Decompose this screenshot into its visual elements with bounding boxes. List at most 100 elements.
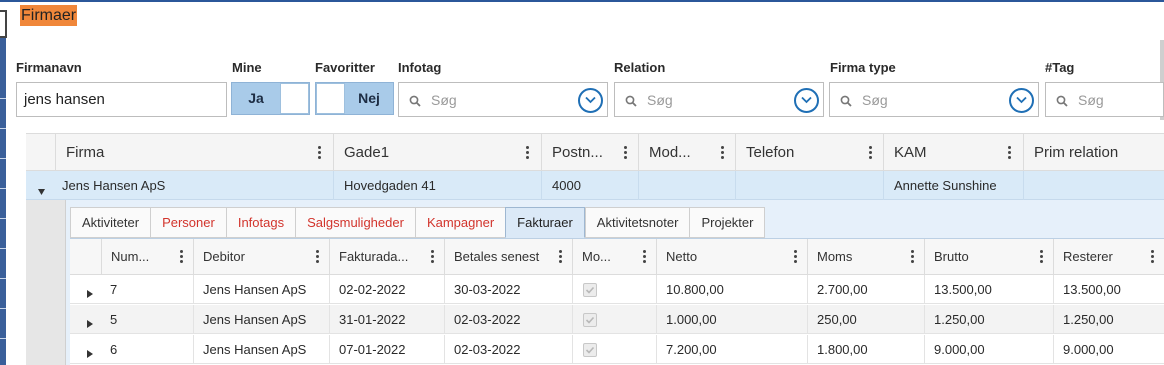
kebab-icon[interactable]: [316, 250, 320, 264]
cell-betales-senest: 30-03-2022: [444, 275, 572, 304]
column-header-telefon[interactable]: Telefon: [735, 134, 883, 171]
chevron-down-icon[interactable]: [1009, 88, 1034, 113]
collapse-panel-edge[interactable]: [0, 10, 7, 38]
column-header-betales-senest[interactable]: Betales senest: [444, 239, 572, 274]
column-header-num[interactable]: Num...: [101, 239, 193, 274]
detail-tabs: Aktiviteter Personer Infotags Salgsmulig…: [70, 207, 766, 238]
kebab-icon[interactable]: [643, 250, 647, 264]
cell-num: 5: [110, 312, 118, 327]
relation-search[interactable]: Søg: [614, 82, 824, 117]
tag-label: #Tag: [1045, 60, 1075, 75]
tab-aktivitetsnoter[interactable]: Aktivitetsnoter: [584, 207, 690, 238]
tag-placeholder: Søg: [1078, 92, 1104, 108]
column-header-resterer[interactable]: Resterer: [1053, 239, 1164, 274]
favoritter-toggle-on[interactable]: Nej: [345, 83, 393, 114]
kebab-icon[interactable]: [869, 146, 873, 160]
tab-personer[interactable]: Personer: [150, 207, 226, 238]
checkbox[interactable]: [583, 343, 597, 357]
infotag-search[interactable]: Søg: [398, 82, 608, 117]
kebab-icon[interactable]: [624, 146, 628, 160]
expand-row-icon[interactable]: [87, 345, 93, 363]
cell-moms: 1.800,00: [807, 335, 924, 364]
column-header-firma[interactable]: Firma: [55, 134, 333, 171]
cell-prim-relation: [1023, 171, 1164, 200]
kebab-icon[interactable]: [1008, 146, 1012, 160]
mine-toggle-knob[interactable]: [280, 83, 309, 114]
kebab-icon[interactable]: [318, 146, 322, 160]
cell-brutto: 9.000,00: [924, 335, 1053, 364]
cell-netto: 10.800,00: [656, 275, 807, 304]
tag-search[interactable]: Søg: [1045, 82, 1164, 117]
cell-fakturadato: 31-01-2022: [329, 305, 444, 334]
page-title: Firmaer: [20, 5, 78, 26]
tab-kampagner[interactable]: Kampagner: [414, 207, 506, 238]
expand-row-icon[interactable]: [87, 285, 93, 303]
column-header-label: Resterer: [1063, 249, 1113, 264]
search-icon: [1056, 94, 1068, 112]
favoritter-toggle[interactable]: Nej: [315, 82, 394, 115]
favoritter-toggle-knob[interactable]: [316, 83, 345, 114]
relation-label: Relation: [614, 60, 666, 75]
kebab-icon[interactable]: [721, 146, 725, 160]
cell-betales-senest: 02-03-2022: [444, 305, 572, 334]
table-row[interactable]: 6 Jens Hansen ApS 07-01-2022 02-03-2022 …: [70, 335, 1164, 364]
mine-toggle-on[interactable]: Ja: [232, 83, 280, 114]
left-nav-strip[interactable]: [0, 38, 6, 365]
kebab-icon[interactable]: [526, 146, 530, 160]
firma-type-search[interactable]: Søg: [829, 82, 1039, 117]
expand-row-icon[interactable]: [87, 315, 93, 333]
cell-debitor: Jens Hansen ApS: [193, 275, 329, 304]
cell-brutto: 13.500,00: [924, 275, 1053, 304]
cell-betales-senest: 02-03-2022: [444, 335, 572, 364]
kebab-icon[interactable]: [794, 250, 798, 264]
kebab-icon[interactable]: [1040, 250, 1044, 264]
cell-debitor: Jens Hansen ApS: [193, 305, 329, 334]
column-header-label: Fakturada...: [339, 249, 409, 264]
cell-mo: [572, 305, 656, 334]
column-header-label: Num...: [111, 249, 150, 264]
cell-moms: 250,00: [807, 305, 924, 334]
column-header-moms[interactable]: Moms: [807, 239, 924, 274]
column-header-netto[interactable]: Netto: [656, 239, 807, 274]
detail-indent: [26, 200, 66, 365]
cell-resterer: 9.000,00: [1053, 335, 1164, 364]
chevron-down-icon[interactable]: [794, 88, 819, 113]
kebab-icon[interactable]: [559, 250, 563, 264]
column-header-prim-relation[interactable]: Prim relation: [1023, 134, 1164, 171]
column-header-brutto[interactable]: Brutto: [924, 239, 1053, 274]
cell-mo: [572, 335, 656, 364]
column-header-gade1[interactable]: Gade1: [333, 134, 541, 171]
favoritter-label: Favoritter: [315, 60, 375, 75]
column-header-label: Moms: [817, 249, 853, 264]
column-header-label: Telefon: [746, 144, 795, 161]
cell-resterer: 1.250,00: [1053, 305, 1164, 334]
kebab-icon[interactable]: [180, 250, 184, 264]
column-header-mo[interactable]: Mo...: [572, 239, 656, 274]
table-row[interactable]: 5 Jens Hansen ApS 31-01-2022 02-03-2022 …: [70, 305, 1164, 334]
tab-fakturaer[interactable]: Fakturaer: [505, 207, 585, 238]
checkbox[interactable]: [583, 283, 597, 297]
table-row[interactable]: 7 Jens Hansen ApS 02-02-2022 30-03-2022 …: [70, 275, 1164, 304]
column-header-postnr[interactable]: Postn...: [541, 134, 638, 171]
tab-salgsmuligheder[interactable]: Salgsmuligheder: [295, 207, 415, 238]
column-header-label: Debitor: [203, 249, 245, 264]
chevron-down-icon[interactable]: [578, 88, 603, 113]
cell-debitor: Jens Hansen ApS: [193, 335, 329, 364]
column-header-mod[interactable]: Mod...: [638, 134, 735, 171]
column-header-kam[interactable]: KAM: [883, 134, 1023, 171]
column-header-fakturadato[interactable]: Fakturada...: [329, 239, 444, 274]
column-header-debitor[interactable]: Debitor: [193, 239, 329, 274]
kebab-icon[interactable]: [431, 250, 435, 264]
kebab-icon[interactable]: [911, 250, 915, 264]
checkbox[interactable]: [583, 313, 597, 327]
tab-infotags[interactable]: Infotags: [225, 207, 296, 238]
tab-aktiviteter[interactable]: Aktiviteter: [70, 207, 151, 238]
cell-resterer: 13.500,00: [1053, 275, 1164, 304]
collapse-row-icon[interactable]: [38, 182, 45, 200]
tab-projekter[interactable]: Projekter: [689, 207, 766, 238]
firmanavn-input[interactable]: jens hansen: [16, 82, 227, 117]
column-header-label: Gade1: [344, 144, 390, 161]
mine-toggle[interactable]: Ja: [231, 82, 310, 115]
table-row[interactable]: Jens Hansen ApS Hovedgaden 41 4000 Annet…: [26, 171, 1164, 200]
kebab-icon[interactable]: [1151, 250, 1155, 264]
